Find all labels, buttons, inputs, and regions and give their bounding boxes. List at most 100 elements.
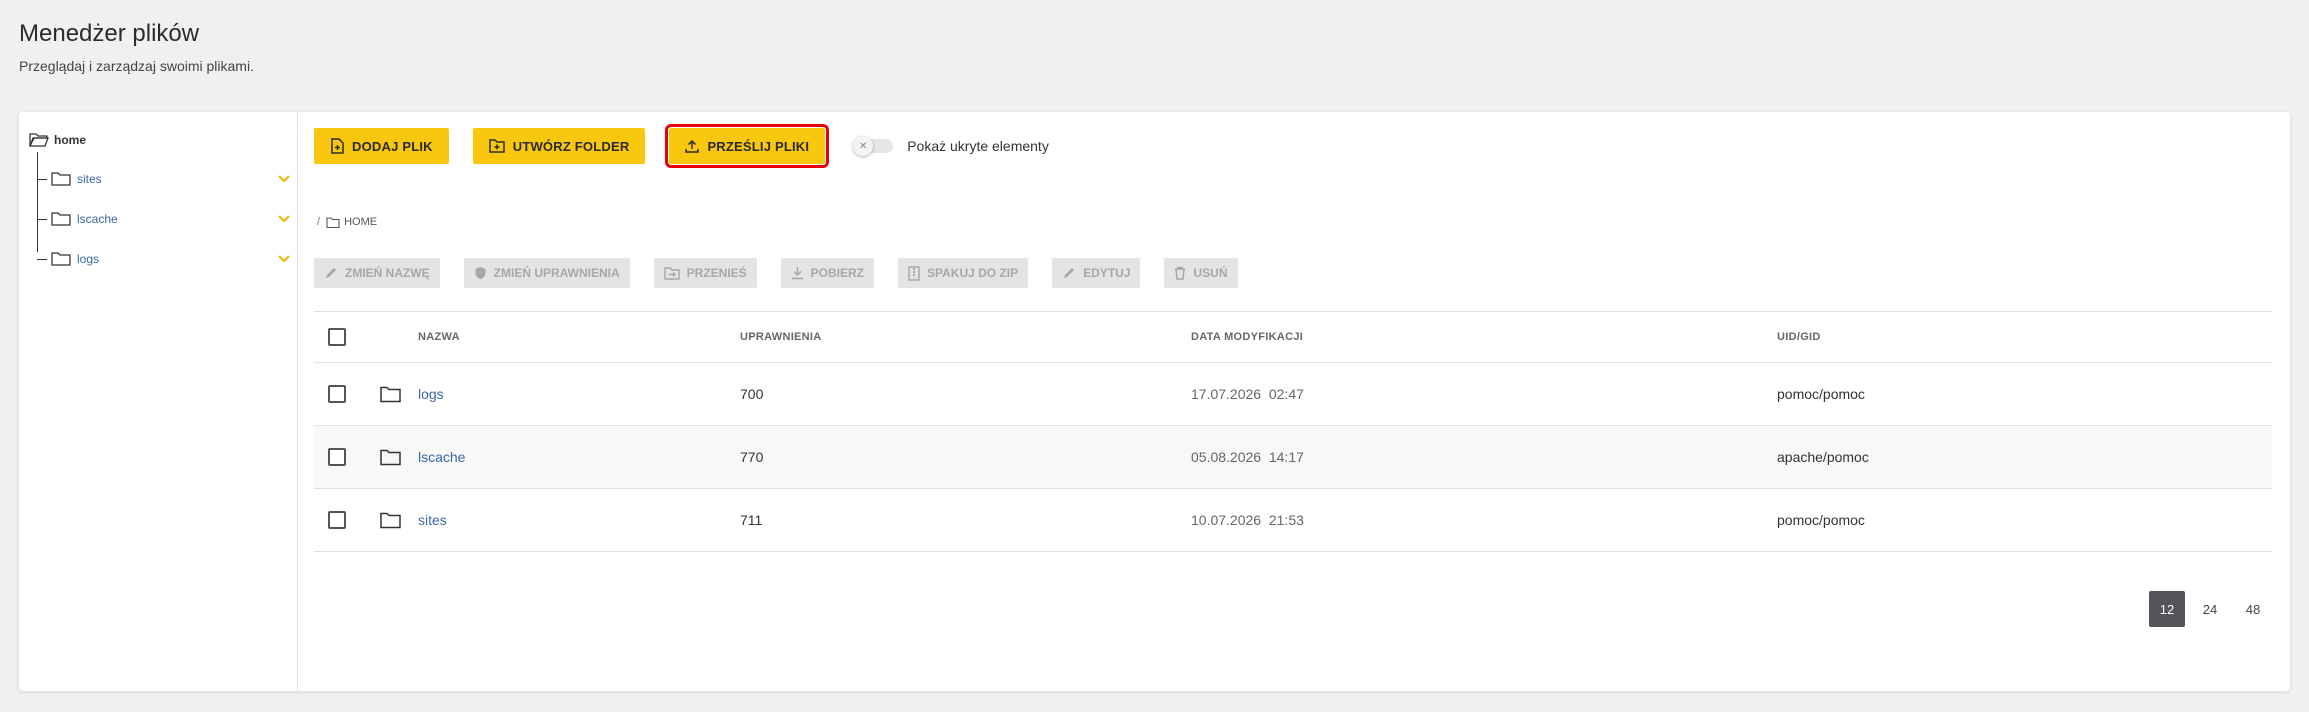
folder-plus-icon [488,139,505,153]
column-header-permissions[interactable]: UPRAWNIENIA [740,331,822,343]
upload-files-label: PRZEŚLIJ PLIKI [707,138,810,154]
row-uid: apache/pomoc [1777,449,1869,465]
row-modified: 05.08.2026 14:17 [1191,449,1304,465]
page-size-12[interactable]: 12 [2149,591,2185,627]
row-checkbox[interactable] [328,448,346,466]
page-subtitle: Przeglądaj i zarządzaj swoimi plikami. [19,58,254,74]
row-permissions: 711 [740,512,763,528]
row-date: 17.07.2026 [1191,386,1262,402]
row-uid: pomoc/pomoc [1777,512,1865,528]
main-panel: DODAJ PLIK UTWÓRZ FOLDER PRZEŚLIJ PLIKI … [299,112,2290,691]
folder-icon [380,512,401,529]
breadcrumb-home[interactable]: HOME [344,216,377,228]
table-row[interactable]: logs 700 17.07.2026 02:47 pomoc/pomoc [314,363,2272,426]
file-plus-icon [331,138,344,154]
toggle-knob-x-icon: ✕ [853,136,874,156]
row-checkbox[interactable] [328,511,346,529]
column-header-uid[interactable]: UID/GID [1777,331,1821,343]
pencil-icon [1064,268,1075,278]
delete-button[interactable]: USUŃ [1164,258,1238,288]
toolbar: DODAJ PLIK UTWÓRZ FOLDER PRZEŚLIJ PLIKI … [314,124,1049,168]
zip-label: SPAKUJ DO ZIP [927,266,1019,280]
create-folder-button[interactable]: UTWÓRZ FOLDER [472,128,646,164]
download-icon [791,267,803,280]
download-label: POBIERZ [810,266,865,280]
tree-item-label: logs [77,252,100,266]
table-header: NAZWA UPRAWNIENIA DATA MODYFIKACJI UID/G… [314,311,2272,363]
file-actions: ZMIEŃ NAZWĘ ZMIEŃ UPRAWNIENIA PRZENIEŚ P… [314,258,1262,288]
delete-label: USUŃ [1193,266,1228,280]
rename-label: ZMIEŃ NAZWĘ [345,266,430,280]
page-header: Menedżer plików Przeglądaj i zarządzaj s… [19,20,254,74]
edit-button[interactable]: EDYTUJ [1052,258,1141,288]
create-folder-label: UTWÓRZ FOLDER [512,138,630,154]
column-header-modified[interactable]: DATA MODYFIKACJI [1191,331,1303,343]
row-name-link[interactable]: sites [418,512,447,528]
chevron-down-icon[interactable] [277,212,291,226]
folder-icon [51,172,71,186]
folder-icon [51,252,71,266]
download-button[interactable]: POBIERZ [780,258,875,288]
edit-label: EDYTUJ [1083,266,1131,280]
row-permissions: 700 [740,386,764,402]
rename-button[interactable]: ZMIEŃ NAZWĘ [314,258,440,288]
folder-open-icon [29,133,49,147]
folder-move-icon [663,266,680,280]
tree-item-lscache[interactable]: lscache [37,208,295,230]
row-time: 02:47 [1268,386,1304,402]
row-permissions: 770 [740,449,764,465]
upload-icon [685,139,700,153]
row-name-link[interactable]: lscache [418,449,465,465]
change-permissions-label: ZMIEŃ UPRAWNIENIA [493,266,620,280]
row-checkbox[interactable] [328,385,346,403]
chevron-down-icon[interactable] [277,252,291,266]
add-file-label: DODAJ PLIK [352,138,433,154]
tree-root-home[interactable]: home [29,132,86,148]
move-button[interactable]: PRZENIEŚ [653,258,757,288]
move-label: PRZENIEŚ [686,266,747,280]
breadcrumb-separator: / [317,216,321,228]
page-size-24[interactable]: 24 [2192,591,2228,627]
tree-item-sites[interactable]: sites [37,168,295,190]
show-hidden-toggle[interactable]: ✕ [853,136,894,156]
zip-button[interactable]: SPAKUJ DO ZIP [898,258,1029,288]
folder-tree-sidebar: home sites lscache logs [19,112,298,691]
file-manager-card: home sites lscache logs DODAJ PLIK UTWÓR… [19,112,2290,691]
select-all-checkbox[interactable] [328,328,346,346]
trash-icon [1175,266,1186,280]
upload-files-button[interactable]: PRZEŚLIJ PLIKI [665,124,830,168]
change-permissions-button[interactable]: ZMIEŃ UPRAWNIENIA [463,258,630,288]
row-modified: 10.07.2026 21:53 [1191,512,1304,528]
column-header-name[interactable]: NAZWA [418,331,460,343]
tree-branch [37,218,47,220]
folder-icon [380,449,401,466]
show-hidden-toggle-wrap: ✕ Pokaż ukryte elementy [853,136,1049,156]
row-name-link[interactable]: logs [418,386,444,402]
page-size-selector: 12 24 48 [2142,591,2271,627]
folder-icon [326,216,340,228]
row-modified: 17.07.2026 02:47 [1191,386,1304,402]
pencil-icon [326,268,336,278]
tree-item-label: sites [77,172,102,186]
row-time: 21:53 [1268,512,1304,528]
table-row[interactable]: sites 711 10.07.2026 21:53 pomoc/pomoc [314,489,2272,552]
table-row[interactable]: lscache 770 05.08.2026 14:17 apache/pomo… [314,426,2272,489]
folder-icon [51,212,71,226]
tree-item-logs[interactable]: logs [37,248,295,270]
page-title: Menedżer plików [19,20,200,47]
row-uid: pomoc/pomoc [1777,386,1865,402]
tree-branch [37,178,47,180]
page-size-48[interactable]: 48 [2235,591,2271,627]
chevron-down-icon[interactable] [277,172,291,186]
row-date: 10.07.2026 [1191,512,1262,528]
add-file-button[interactable]: DODAJ PLIK [314,128,449,164]
tree-branch [37,258,47,260]
row-time: 14:17 [1268,449,1304,465]
tree-line [37,152,38,252]
file-table: NAZWA UPRAWNIENIA DATA MODYFIKACJI UID/G… [314,311,2272,552]
zip-file-icon [908,265,920,281]
folder-icon [380,386,401,403]
show-hidden-label: Pokaż ukryte elementy [907,138,1049,154]
tree-root-label: home [54,133,87,147]
row-date: 05.08.2026 [1191,449,1262,465]
